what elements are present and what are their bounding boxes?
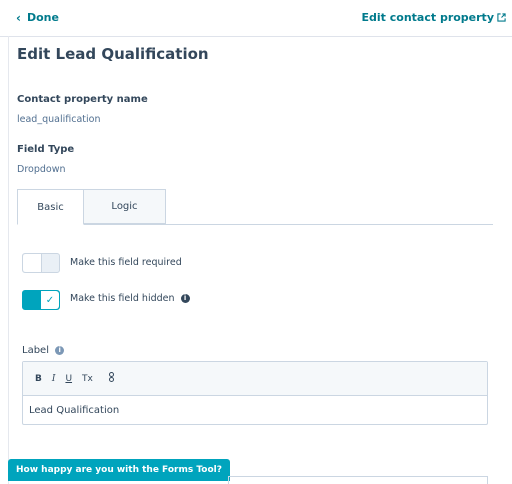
top-bar: ‹ Done Edit contact property (0, 0, 512, 37)
feedback-button[interactable]: How happy are you with the Forms Tool? (8, 459, 230, 481)
hidden-label-row: Make this field hidden i (70, 293, 190, 304)
required-label: Make this field required (70, 257, 182, 268)
rich-text-editor: B I U Tx Lead Qualification (22, 361, 488, 425)
underline-button[interactable]: U (65, 374, 72, 384)
property-name-label: Contact property name (17, 94, 148, 105)
edit-contact-property-label: Edit contact property (361, 11, 495, 24)
hidden-label: Make this field hidden (70, 293, 175, 304)
field-type-value: Dropdown (17, 164, 66, 175)
field-type-label: Field Type (17, 144, 75, 155)
label-field-title: Label (22, 345, 49, 356)
clear-format-button[interactable]: Tx (82, 374, 93, 384)
tab-bar: Basic Logic (17, 189, 493, 225)
external-link-icon (497, 13, 506, 22)
editor-toolbar: B I U Tx (23, 362, 487, 396)
tab-baseline (17, 224, 493, 225)
info-icon[interactable]: i (180, 294, 190, 303)
edit-contact-property-link[interactable]: Edit contact property (362, 11, 507, 24)
property-name-value: lead_qualification (17, 114, 101, 125)
page-title: Edit Lead Qualification (17, 45, 209, 63)
info-icon[interactable]: i (55, 345, 65, 355)
link-icon[interactable] (107, 372, 116, 385)
check-icon: ✓ (41, 291, 59, 309)
required-toggle[interactable] (22, 253, 60, 273)
done-button[interactable]: ‹ Done (16, 11, 59, 24)
next-field-box (228, 476, 488, 484)
label-input[interactable]: Lead Qualification (23, 396, 487, 424)
italic-button[interactable]: I (52, 374, 56, 384)
toggle-knob (23, 254, 42, 272)
tab-basic[interactable]: Basic (17, 189, 84, 225)
hidden-toggle[interactable]: ✓ (22, 290, 60, 310)
tab-logic[interactable]: Logic (83, 189, 166, 224)
done-label: Done (26, 11, 59, 24)
panel-border (8, 36, 9, 484)
chevron-left-icon: ‹ (16, 10, 21, 25)
label-field-title-row: Label i (22, 345, 65, 356)
bold-button[interactable]: B (35, 374, 42, 384)
